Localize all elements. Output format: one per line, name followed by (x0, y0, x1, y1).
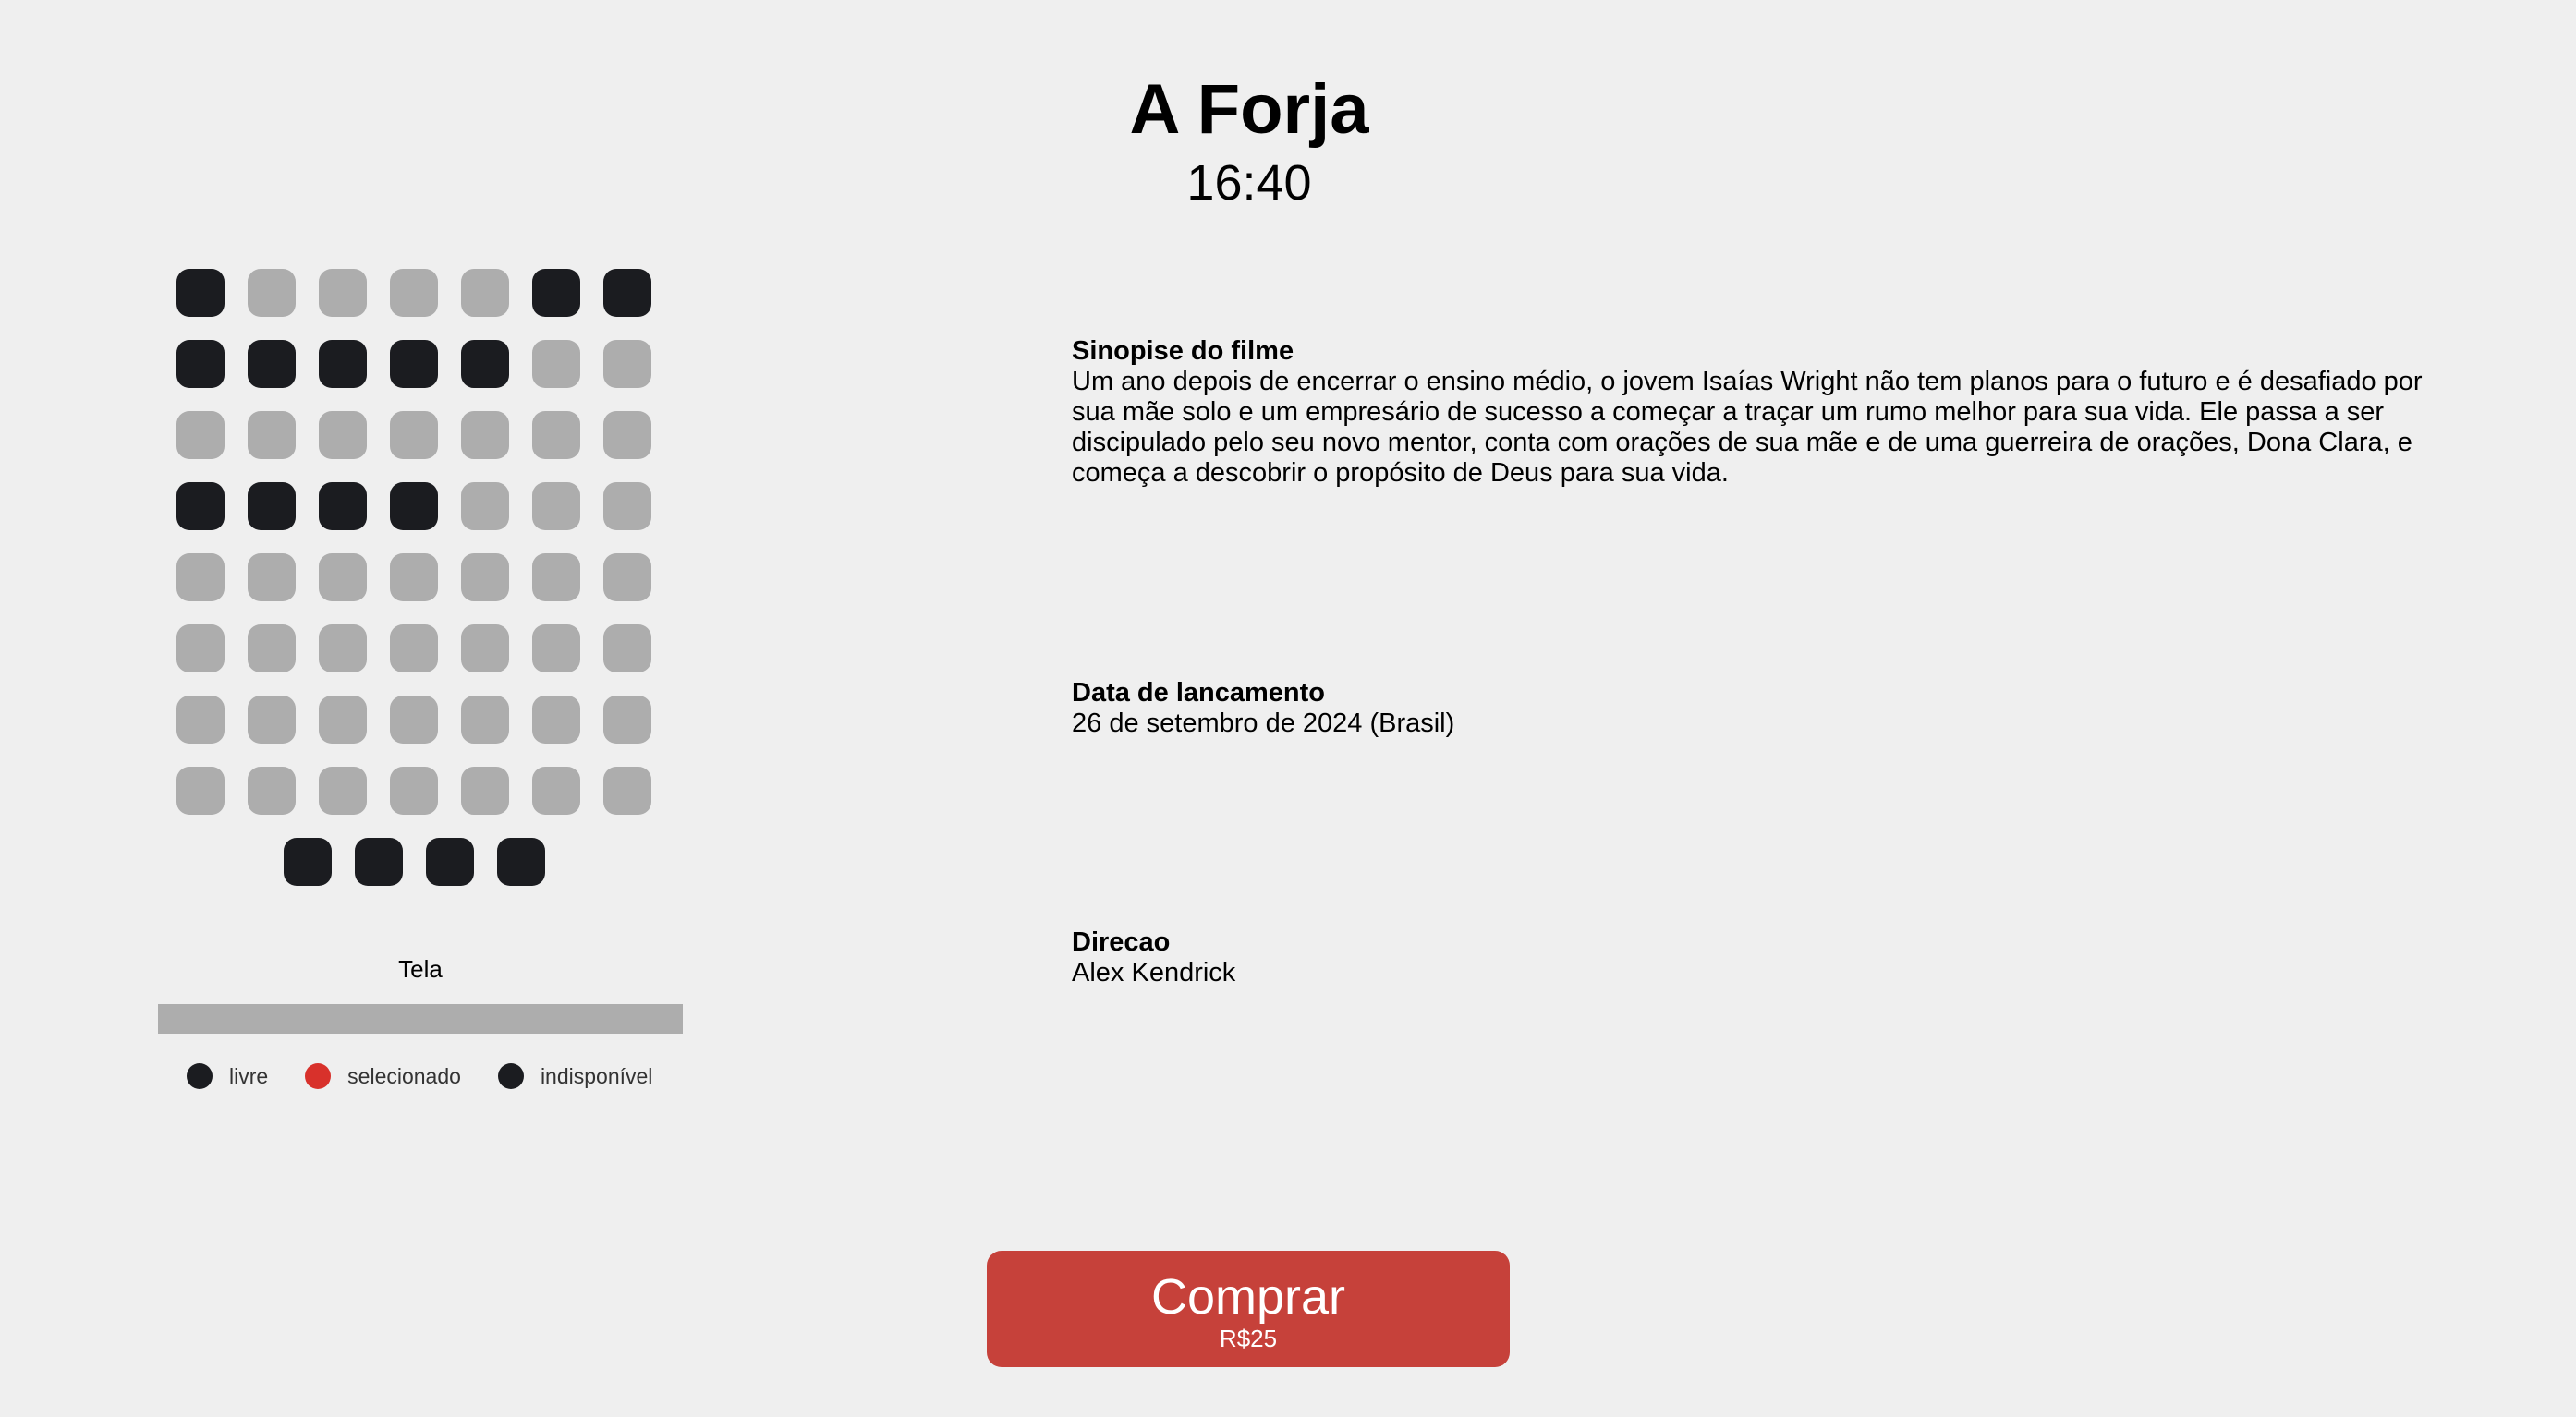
legend-item: indisponível (497, 1063, 653, 1089)
release-section: Data de lancamento 26 de setembro de 202… (1072, 678, 2439, 739)
seat-6-1[interactable] (176, 624, 225, 672)
seat-4-5[interactable] (461, 482, 509, 530)
screen-label: Tela (398, 955, 443, 983)
synopsis-section: Sinopise do filme Um ano depois de encer… (1072, 336, 2439, 489)
seat-2-5[interactable] (461, 340, 509, 388)
seat-extra-1[interactable] (284, 838, 332, 886)
seat-8-7[interactable] (603, 767, 651, 815)
seat-3-6[interactable] (532, 411, 580, 459)
seat-4-1[interactable] (176, 482, 225, 530)
seat-2-2[interactable] (248, 340, 296, 388)
seat-1-3[interactable] (319, 269, 367, 317)
seat-8-2[interactable] (248, 767, 296, 815)
buy-button[interactable]: Comprar R$25 (987, 1251, 1510, 1367)
seat-7-1[interactable] (176, 696, 225, 744)
legend-label: indisponível (540, 1063, 653, 1088)
seat-1-5[interactable] (461, 269, 509, 317)
movie-title: A Forja (1129, 70, 1369, 149)
seat-5-6[interactable] (532, 553, 580, 601)
seat-extra-4[interactable] (497, 838, 545, 886)
seat-4-7[interactable] (603, 482, 651, 530)
seat-grid (176, 269, 683, 815)
legend-item: livre (187, 1063, 268, 1089)
seat-6-5[interactable] (461, 624, 509, 672)
seat-8-3[interactable] (319, 767, 367, 815)
legend-label: livre (229, 1063, 269, 1088)
seat-3-1[interactable] (176, 411, 225, 459)
seat-5-7[interactable] (603, 553, 651, 601)
buy-button-price: R$25 (1219, 1325, 1278, 1352)
seat-2-4[interactable] (390, 340, 438, 388)
seat-extra-3[interactable] (426, 838, 474, 886)
legend-item: selecionado (305, 1063, 461, 1089)
seat-4-3[interactable] (319, 482, 367, 530)
seat-extra-2[interactable] (355, 838, 403, 886)
seat-5-5[interactable] (461, 553, 509, 601)
seat-8-5[interactable] (461, 767, 509, 815)
seat-6-6[interactable] (532, 624, 580, 672)
seat-2-6[interactable] (532, 340, 580, 388)
seat-5-2[interactable] (248, 553, 296, 601)
seat-4-4[interactable] (390, 482, 438, 530)
release-title: Data de lancamento (1072, 678, 1325, 708)
seat-2-3[interactable] (319, 340, 367, 388)
seat-5-4[interactable] (390, 553, 438, 601)
buy-button-label: Comprar (1150, 1269, 1346, 1325)
seat-2-7[interactable] (603, 340, 651, 388)
seat-1-2[interactable] (248, 269, 296, 317)
seat-6-2[interactable] (248, 624, 296, 672)
seat-7-6[interactable] (532, 696, 580, 744)
seat-1-4[interactable] (390, 269, 438, 317)
seat-3-2[interactable] (248, 411, 296, 459)
direction-title: Direcao (1072, 927, 1171, 957)
seat-legend: livre selecionado indisponível (158, 1063, 683, 1089)
seat-7-5[interactable] (461, 696, 509, 744)
seat-8-6[interactable] (532, 767, 580, 815)
seat-1-7[interactable] (603, 269, 651, 317)
direction-section: Direcao Alex Kendrick (1072, 927, 2439, 988)
session-time: 16:40 (1186, 155, 1312, 211)
movie-header: A Forja 16:40 (0, 65, 2498, 211)
seat-2-1[interactable] (176, 340, 225, 388)
synopsis-text: Um ano depois de encerrar o ensino médio… (1072, 367, 2423, 488)
seat-8-1[interactable] (176, 767, 225, 815)
legend-dot-icon (187, 1063, 213, 1089)
seat-7-4[interactable] (390, 696, 438, 744)
seat-3-7[interactable] (603, 411, 651, 459)
seat-7-3[interactable] (319, 696, 367, 744)
seat-8-4[interactable] (390, 767, 438, 815)
seat-1-6[interactable] (532, 269, 580, 317)
legend-dot-icon (305, 1063, 332, 1089)
screen-bar (158, 1004, 683, 1034)
seat-6-4[interactable] (390, 624, 438, 672)
seat-6-3[interactable] (319, 624, 367, 672)
seat-4-6[interactable] (532, 482, 580, 530)
seat-1-1[interactable] (176, 269, 225, 317)
legend-dot-icon (497, 1063, 524, 1089)
seat-3-5[interactable] (461, 411, 509, 459)
seat-extra-row (284, 838, 683, 886)
release-date: 26 de setembro de 2024 (Brasil) (1072, 708, 1455, 738)
legend-label: selecionado (347, 1063, 461, 1088)
seat-4-2[interactable] (248, 482, 296, 530)
seat-7-7[interactable] (603, 696, 651, 744)
seat-3-3[interactable] (319, 411, 367, 459)
director-name: Alex Kendrick (1072, 958, 1236, 987)
synopsis-title: Sinopise do filme (1072, 336, 1294, 366)
seat-5-1[interactable] (176, 553, 225, 601)
seat-map: Tela livre selecionado indisponível (158, 269, 683, 1089)
seat-7-2[interactable] (248, 696, 296, 744)
seat-3-4[interactable] (390, 411, 438, 459)
seat-5-3[interactable] (319, 553, 367, 601)
seat-6-7[interactable] (603, 624, 651, 672)
